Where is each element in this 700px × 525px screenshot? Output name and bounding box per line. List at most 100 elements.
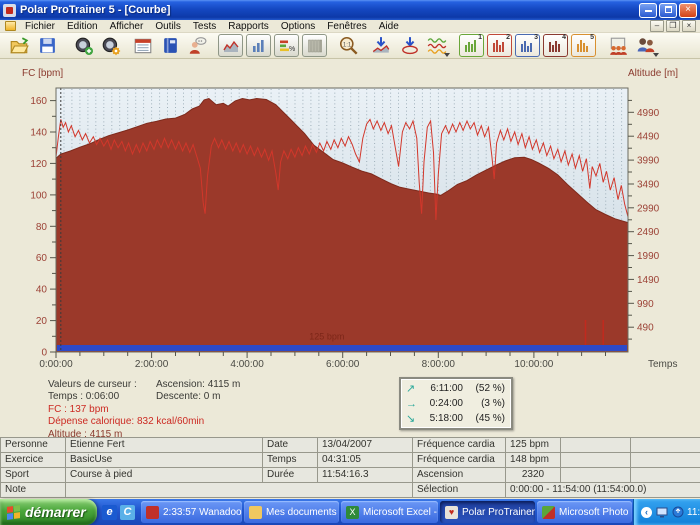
ascension-total-value: 2320: [506, 468, 561, 483]
duration-value: 11:54:16.3: [318, 468, 413, 483]
zoom-1-1-button[interactable]: 1:1: [337, 34, 361, 58]
zoom-label: 1:1: [343, 42, 352, 48]
person-comment-button[interactable]: [185, 34, 209, 58]
selection-value: 0:00:00 - 11:54:00 (11:54:00.0): [506, 483, 700, 498]
arrow-down-icon: ↘: [406, 412, 419, 425]
menu-options[interactable]: Options: [275, 21, 321, 32]
task-excel[interactable]: X Microsoft Excel - a...: [341, 501, 438, 523]
menu-fenetres[interactable]: Fenêtres: [321, 21, 372, 32]
task-photo-editor[interactable]: Microsoft Photo E...: [537, 501, 632, 523]
percent-view-button[interactable]: %: [274, 34, 299, 57]
display-icon[interactable]: [655, 506, 668, 519]
columns-view-button[interactable]: [302, 34, 327, 57]
mdi-minimize-button[interactable]: –: [650, 20, 664, 32]
date-value: 13/04/2007: [318, 438, 413, 453]
system-tray: ‹ 11:08: [633, 499, 700, 525]
client-area: 125 bpm020406080100120140160490990149019…: [0, 59, 700, 499]
row-label: Temps: [263, 453, 318, 468]
row-label: Fréquence cardia: [413, 453, 506, 468]
wanadoo-icon[interactable]: C: [120, 505, 135, 520]
svg-text:100: 100: [30, 190, 47, 201]
menu-outils[interactable]: Outils: [149, 21, 187, 32]
row-label: Sport: [1, 468, 66, 483]
folder-icon: [249, 506, 262, 519]
row-label: Fréquence cardia: [413, 438, 506, 453]
save-button[interactable]: [35, 34, 59, 58]
svg-text:4:00:00: 4:00:00: [230, 359, 264, 370]
menu-rapports[interactable]: Rapports: [222, 21, 275, 32]
transfer-watch-button[interactable]: [72, 34, 96, 58]
refresh-loop-button[interactable]: [398, 34, 422, 58]
task-mes-documents[interactable]: Mes documents: [244, 501, 339, 523]
zone-row-up: ↗ 6:11:00 (52 %): [406, 382, 505, 396]
svg-text:80: 80: [36, 222, 48, 233]
chevron-down-icon: [444, 53, 450, 57]
svg-text:990: 990: [637, 299, 654, 310]
zone-row-down: ↘ 5:18:00 (45 %): [406, 412, 505, 426]
svg-text:Altitude [m]: Altitude [m]: [628, 68, 678, 79]
diary-button[interactable]: [158, 34, 182, 58]
descente-value: Descente: 0 m: [156, 391, 240, 403]
calendar-button[interactable]: [131, 34, 155, 58]
quick-launch: e C: [97, 505, 140, 520]
svg-text:1990: 1990: [637, 251, 660, 262]
open-folder-button[interactable]: [7, 34, 31, 58]
document-icon[interactable]: [5, 21, 16, 31]
task-polar-protrainer[interactable]: ♥ Polar ProTrainer 5...: [440, 501, 535, 523]
view-1-button[interactable]: 1: [459, 34, 484, 57]
svg-text:0:00:00: 0:00:00: [39, 359, 73, 370]
menu-edition[interactable]: Edition: [61, 21, 104, 32]
import-curve-button[interactable]: [369, 34, 393, 58]
start-button[interactable]: démarrer: [0, 499, 97, 525]
svg-text:125 bpm: 125 bpm: [309, 331, 344, 341]
fc-avg-value: 125 bpm: [506, 438, 561, 453]
svg-text:10:00:00: 10:00:00: [514, 359, 553, 370]
sport-value: Course à pied: [66, 468, 263, 483]
cursor-calories: Dépense calorique: 832 kcal/60min: [48, 416, 204, 428]
windows-logo-icon: [7, 505, 20, 520]
exercise-value: BasicUse: [66, 453, 263, 468]
svg-text:20: 20: [36, 316, 48, 327]
cursor-fc: FC : 137 bpm: [48, 404, 204, 416]
tray-chevron-icon[interactable]: ‹: [641, 507, 652, 518]
svg-text:3490: 3490: [637, 180, 660, 191]
restore-button[interactable]: [659, 3, 677, 18]
titlebar: Polar ProTrainer 5 - [Courbe] ×: [0, 0, 700, 20]
view-2-button[interactable]: 2: [487, 34, 512, 57]
menu-tests[interactable]: Tests: [187, 21, 222, 32]
curve-view-button[interactable]: [218, 34, 243, 57]
minimize-button[interactable]: [639, 3, 657, 18]
bar-view-button[interactable]: [246, 34, 271, 57]
view-5-button[interactable]: 5: [571, 34, 596, 57]
view-3-button[interactable]: 3: [515, 34, 540, 57]
svg-text:Temps: Temps: [648, 359, 677, 370]
close-button[interactable]: ×: [679, 3, 697, 18]
svg-text:140: 140: [30, 128, 47, 139]
people-group-button[interactable]: [606, 34, 630, 58]
zone-row-flat: → 0:24:00 (3 %): [406, 397, 505, 411]
arrow-right-icon: →: [406, 398, 419, 410]
wave-options-button[interactable]: [425, 34, 449, 58]
svg-text:8:00:00: 8:00:00: [422, 359, 456, 370]
view-4-button[interactable]: 4: [543, 34, 568, 57]
two-people-button[interactable]: [634, 34, 658, 58]
svg-text:120: 120: [30, 159, 47, 170]
mdi-close-button[interactable]: ×: [682, 20, 696, 32]
update-icon[interactable]: [671, 506, 684, 519]
curve-chart[interactable]: 125 bpm020406080100120140160490990149019…: [0, 59, 700, 377]
task-wanadoo[interactable]: 2:33:57 Wanadoo: [141, 501, 242, 523]
menu-aide[interactable]: Aide: [373, 21, 405, 32]
chevron-down-icon: [653, 53, 659, 57]
svg-text:160: 160: [30, 96, 47, 107]
desktop: Polar ProTrainer 5 - [Courbe] × Fichier …: [0, 0, 700, 525]
note-value[interactable]: [66, 483, 413, 498]
menubar: Fichier Edition Afficher Outils Tests Ra…: [0, 20, 700, 33]
svg-text:3990: 3990: [637, 156, 660, 167]
excel-icon: X: [346, 506, 359, 519]
wanadoo-task-icon: [146, 506, 159, 519]
menu-fichier[interactable]: Fichier: [19, 21, 61, 32]
watch-settings-button[interactable]: [99, 34, 123, 58]
internet-explorer-icon[interactable]: e: [102, 505, 117, 520]
mdi-restore-button[interactable]: ❐: [666, 20, 680, 32]
menu-afficher[interactable]: Afficher: [104, 21, 150, 32]
